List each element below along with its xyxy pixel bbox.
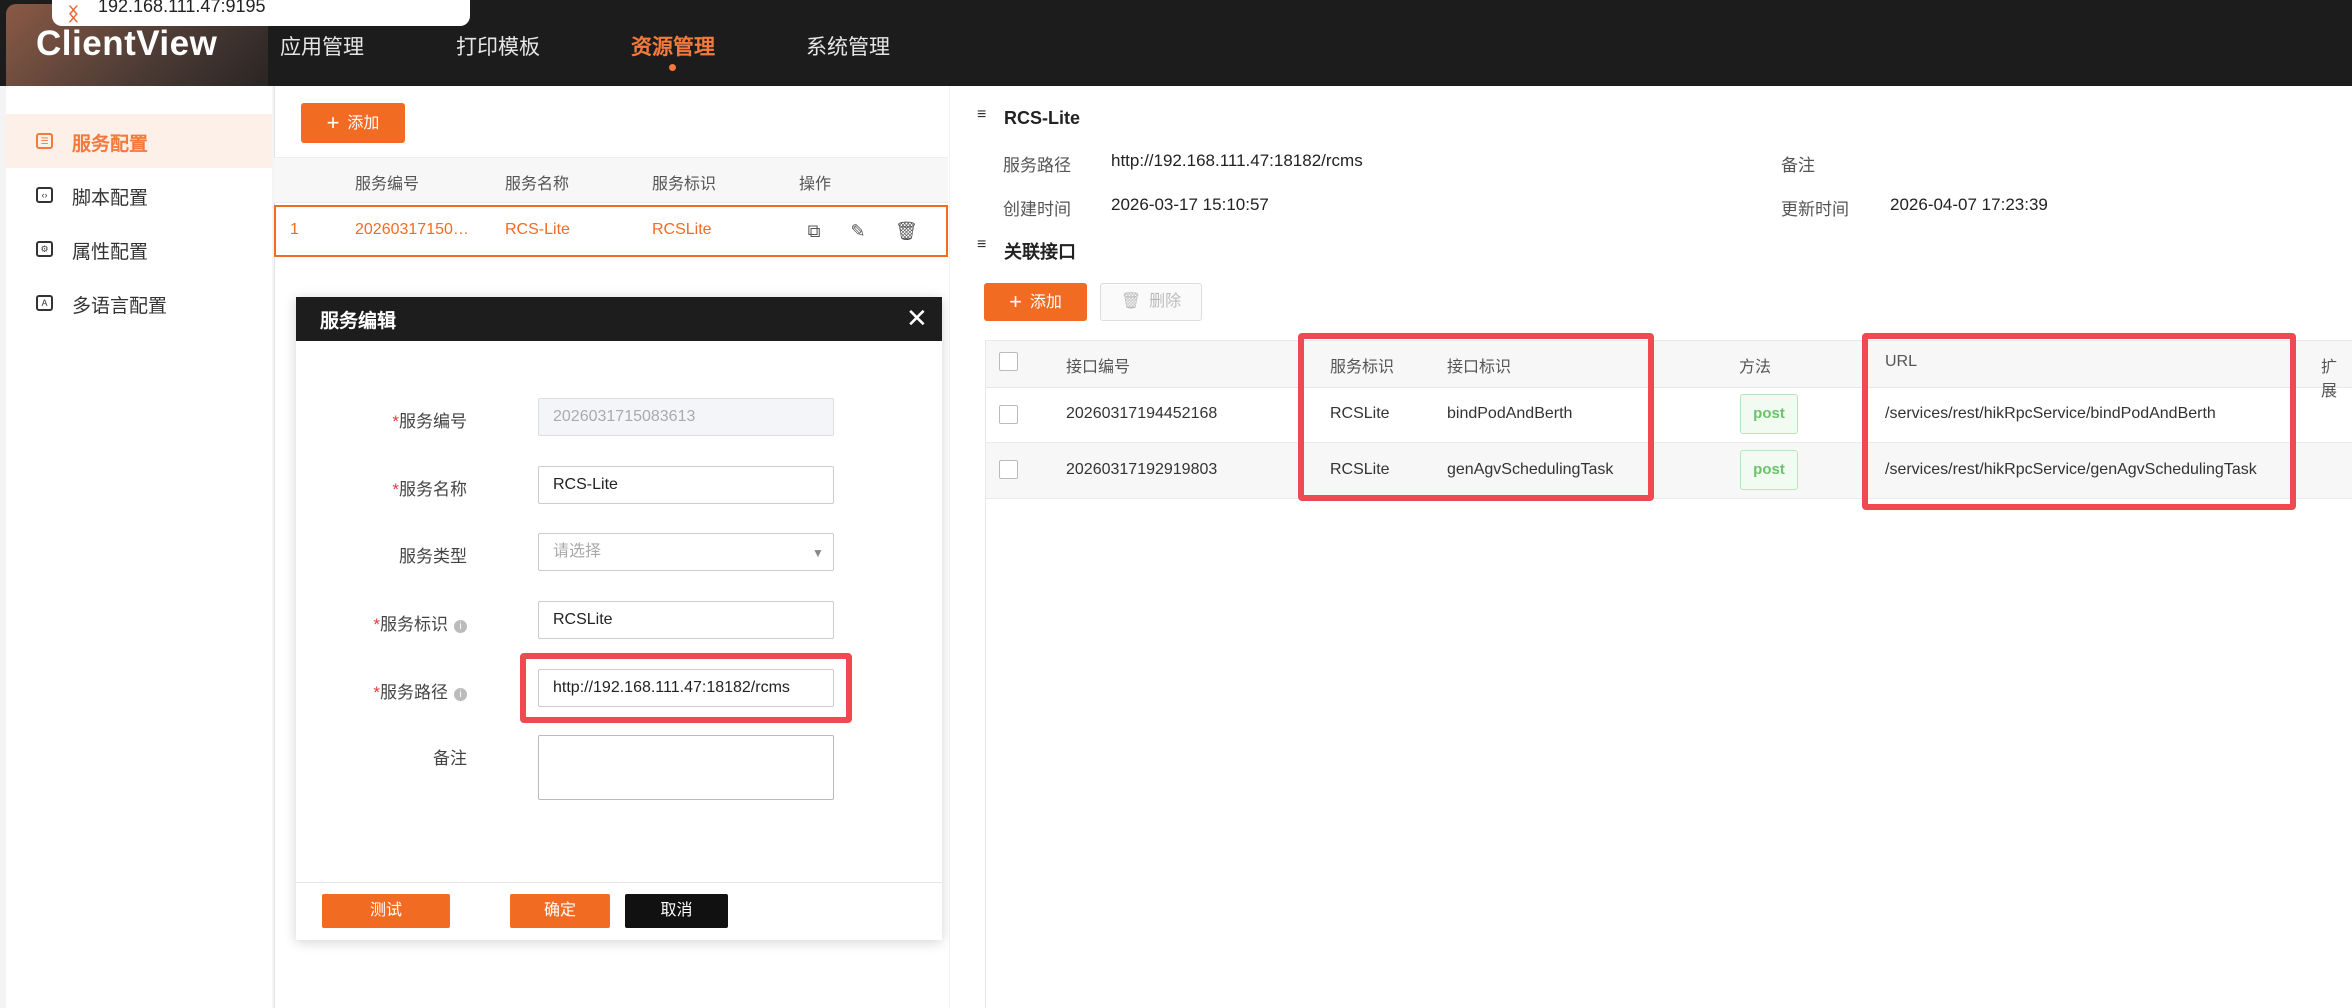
section-lines-icon: ≡	[977, 106, 987, 123]
cell-interface-no: 20260317194452168	[1066, 405, 1218, 422]
info-icon: i	[454, 620, 467, 633]
sidebar-label-service-config[interactable]: 服务配置	[72, 129, 148, 156]
column-header-interface-no: 接口编号	[1066, 359, 1131, 376]
plus-icon: +	[1009, 289, 1022, 314]
column-header-service-id: 服务标识	[652, 176, 717, 193]
service-type-select[interactable]: 请选择	[538, 533, 834, 571]
service-name-input[interactable]: RCS-Lite	[538, 466, 834, 504]
site-favicon-icon: ᛝ	[68, 4, 79, 24]
column-header-method: 方法	[1739, 359, 1772, 376]
highlight-url-column	[1862, 333, 2296, 510]
detail-path-value: http://192.168.111.47:18182/rcms	[1111, 151, 1363, 170]
add-interface-label: 添加	[1029, 294, 1062, 311]
nav-resource-management[interactable]: 资源管理	[631, 31, 715, 61]
nav-system-management[interactable]: 系统管理	[806, 31, 890, 61]
close-icon[interactable]: ✕	[906, 305, 928, 331]
service-no-input: 2026031715083613	[538, 398, 834, 436]
updated-time-value: 2026-04-07 17:23:39	[1890, 195, 2048, 214]
detail-title: RCS-Lite	[1004, 108, 1080, 128]
script-config-icon: ‹›	[36, 187, 53, 203]
service-config-icon: ☰	[36, 133, 53, 149]
edit-icon[interactable]: ✎	[849, 222, 867, 240]
delete-icon[interactable]: 🗑	[895, 222, 918, 240]
method-badge: post	[1740, 394, 1798, 434]
delete-interface-button[interactable]: 🗑 删除	[1100, 283, 1202, 321]
created-time-value: 2026-03-17 15:10:57	[1111, 195, 1269, 214]
confirm-button[interactable]: 确定	[510, 894, 610, 928]
select-all-checkbox[interactable]	[999, 352, 1018, 371]
add-service-button[interactable]: + 添加	[301, 103, 405, 143]
highlight-identifier-columns	[1298, 333, 1654, 501]
copy-icon[interactable]: ⧉	[805, 222, 823, 240]
language-config-icon: A	[36, 295, 53, 311]
nav-active-indicator	[669, 64, 676, 71]
sidebar-item-language-config[interactable]: 多语言配置	[72, 291, 167, 318]
label-service-type: 服务类型	[399, 547, 467, 566]
service-detail-panel	[950, 86, 2352, 1008]
method-badge: post	[1740, 450, 1798, 490]
service-identifier-input[interactable]: RCSLite	[538, 601, 834, 639]
plus-icon: +	[326, 110, 340, 135]
add-interface-button[interactable]: + 添加	[984, 283, 1087, 321]
sidebar	[6, 86, 272, 1008]
label-remark: 备注	[433, 749, 467, 768]
column-header-service-no: 服务编号	[355, 176, 420, 193]
label-service-identifier: *服务标识 i	[292, 610, 467, 635]
label-detail-path: 服务路径	[1003, 156, 1071, 175]
delete-interface-label: 删除	[1149, 293, 1182, 310]
add-service-label: 添加	[347, 115, 380, 132]
highlight-service-path	[520, 653, 852, 723]
row-service-no: 20260317150…	[355, 221, 469, 238]
sidebar-item-property-config[interactable]: 属性配置	[72, 237, 148, 264]
label-service-path: *服务路径 i	[292, 678, 467, 703]
nav-app-management[interactable]: 应用管理	[280, 31, 364, 61]
related-interfaces-title: 关联接口	[1004, 242, 1076, 262]
section-lines-icon: ≡	[977, 236, 987, 253]
dialog-title: 服务编辑	[320, 311, 397, 332]
label-updated-time: 更新时间	[1781, 200, 1849, 219]
row-checkbox[interactable]	[999, 460, 1018, 479]
nav-print-template[interactable]: 打印模板	[456, 31, 540, 61]
test-button[interactable]: 测试	[322, 894, 450, 928]
sidebar-item-script-config[interactable]: 脚本配置	[72, 183, 148, 210]
dialog-footer-divider	[296, 882, 942, 883]
label-service-name: *服务名称	[392, 480, 467, 499]
label-created-time: 创建时间	[1003, 200, 1071, 219]
row-service-id: RCSLite	[652, 221, 712, 238]
row-checkbox[interactable]	[999, 405, 1018, 424]
chevron-down-icon: ▼	[812, 546, 824, 560]
label-service-no: *服务编号	[392, 412, 467, 431]
column-header-service-name: 服务名称	[505, 176, 570, 193]
app-logo: ClientView	[36, 24, 218, 63]
row-index: 1	[290, 221, 299, 238]
property-config-icon: ⚙	[36, 241, 53, 257]
row-service-name: RCS-Lite	[505, 221, 570, 238]
remark-textarea[interactable]	[538, 735, 834, 800]
column-header-actions: 操作	[799, 176, 832, 193]
cell-interface-no: 20260317192919803	[1066, 461, 1218, 478]
cancel-button[interactable]: 取消	[625, 894, 728, 928]
info-icon: i	[454, 688, 467, 701]
label-detail-remark: 备注	[1781, 156, 1815, 175]
address-text[interactable]: 192.168.111.47:9195	[98, 0, 266, 17]
trash-icon: 🗑	[1120, 293, 1142, 310]
